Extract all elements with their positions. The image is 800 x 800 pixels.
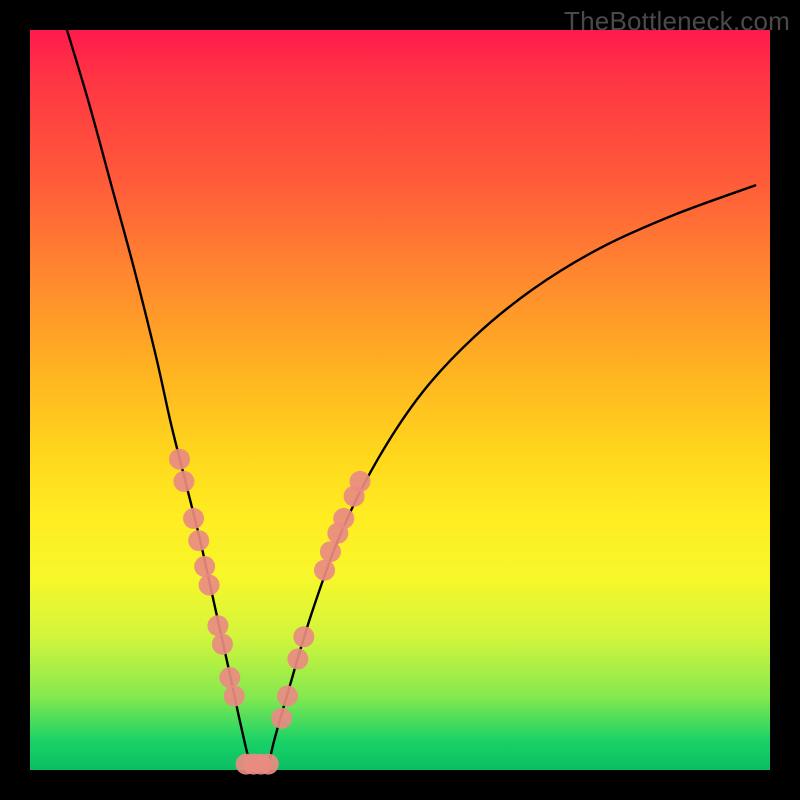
sample-point [320, 541, 341, 562]
sample-point [333, 508, 354, 529]
sample-point [183, 508, 204, 529]
sample-point [271, 708, 292, 729]
sample-points-group [169, 449, 371, 775]
bottleneck-curve [67, 30, 755, 773]
sample-point [219, 667, 240, 688]
sample-point [207, 615, 228, 636]
chart-frame: TheBottleneck.com [0, 0, 800, 800]
sample-point [293, 626, 314, 647]
sample-point [188, 530, 209, 551]
sample-point [287, 649, 308, 670]
sample-point [169, 449, 190, 470]
sample-point [350, 471, 371, 492]
sample-point [224, 686, 245, 707]
sample-point [258, 754, 279, 775]
sample-point [194, 556, 215, 577]
sample-point [277, 686, 298, 707]
sample-point [212, 634, 233, 655]
sample-point [314, 560, 335, 581]
watermark-text: TheBottleneck.com [564, 6, 790, 37]
sample-point [173, 471, 194, 492]
chart-overlay-svg [30, 30, 770, 770]
sample-point [199, 575, 220, 596]
